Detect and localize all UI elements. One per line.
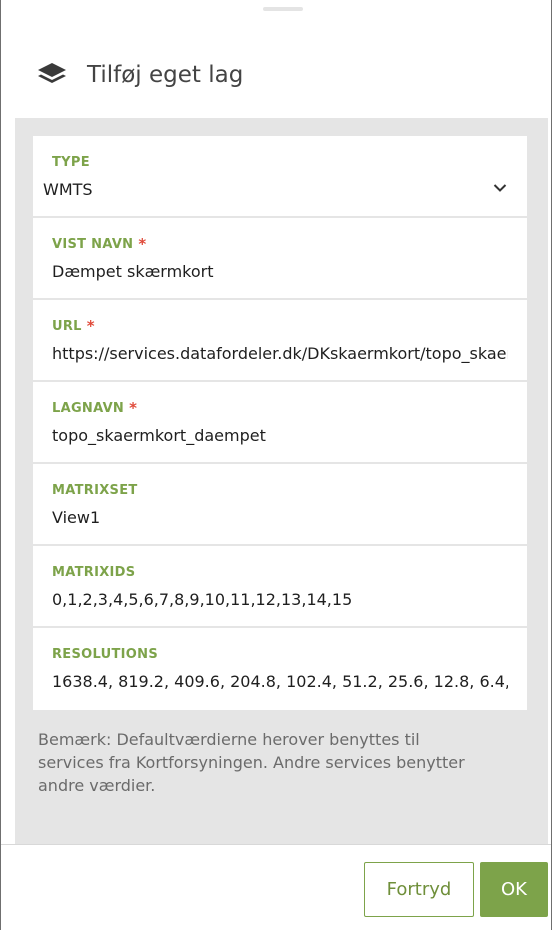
resolutions-label: RESOLUTIONS: [52, 646, 158, 662]
resolutions-input[interactable]: 1638.4, 819.2, 409.6, 204.8, 102.4, 51.2…: [52, 672, 508, 691]
drag-handle[interactable]: [263, 7, 303, 11]
url-label: URL: [52, 318, 82, 334]
layers-icon: [37, 62, 67, 88]
add-layer-dialog: Tilføj eget lag TYPE WMTS VIST NAVN * Dæ…: [0, 0, 552, 930]
required-mark: *: [138, 235, 147, 253]
required-mark: *: [129, 399, 138, 417]
field-label: MATRIXIDS: [52, 563, 508, 581]
url-field[interactable]: URL * https://services.datafordeler.dk/D…: [33, 300, 527, 382]
matrixids-label: MATRIXIDS: [52, 564, 136, 580]
ok-button[interactable]: OK: [480, 862, 548, 917]
dialog-header: Tilføj eget lag: [1, 40, 551, 110]
display-name-field[interactable]: VIST NAVN * Dæmpet skærmkort: [33, 218, 527, 300]
field-label: LAGNAVN *: [52, 399, 508, 417]
field-label: VIST NAVN *: [52, 235, 508, 253]
display-name-label: VIST NAVN: [52, 236, 134, 252]
matrixids-field[interactable]: MATRIXIDS 0,1,2,3,4,5,6,7,8,9,10,11,12,1…: [33, 546, 527, 628]
resolutions-field[interactable]: RESOLUTIONS 1638.4, 819.2, 409.6, 204.8,…: [33, 628, 527, 710]
url-input[interactable]: https://services.datafordeler.dk/DKskaer…: [52, 344, 508, 363]
type-value[interactable]: WMTS: [43, 180, 499, 199]
type-label: TYPE: [52, 154, 90, 170]
dialog-title: Tilføj eget lag: [87, 62, 244, 88]
help-note: Bemærk: Defaultværdierne herover benytte…: [38, 730, 465, 795]
layer-form: TYPE WMTS VIST NAVN * Dæmpet skærmkort U…: [33, 136, 527, 710]
layer-name-label: LAGNAVN: [52, 400, 125, 416]
cancel-button[interactable]: Fortryd: [364, 862, 474, 917]
field-label: MATRIXSET: [52, 481, 508, 499]
matrixset-label: MATRIXSET: [52, 482, 138, 498]
chevron-down-icon[interactable]: [493, 178, 507, 192]
footer-divider: [1, 844, 551, 845]
display-name-input[interactable]: Dæmpet skærmkort: [52, 262, 508, 281]
matrixset-field[interactable]: MATRIXSET View1: [33, 464, 527, 546]
required-mark: *: [86, 317, 95, 335]
matrixids-input[interactable]: 0,1,2,3,4,5,6,7,8,9,10,11,12,13,14,15: [52, 590, 508, 609]
type-select[interactable]: TYPE WMTS: [33, 136, 527, 218]
matrixset-input[interactable]: View1: [52, 508, 508, 527]
layer-name-input[interactable]: topo_skaermkort_daempet: [52, 426, 508, 445]
field-label: TYPE: [52, 153, 508, 171]
layer-name-field[interactable]: LAGNAVN * topo_skaermkort_daempet: [33, 382, 527, 464]
field-label: RESOLUTIONS: [52, 645, 508, 663]
field-label: URL *: [52, 317, 508, 335]
